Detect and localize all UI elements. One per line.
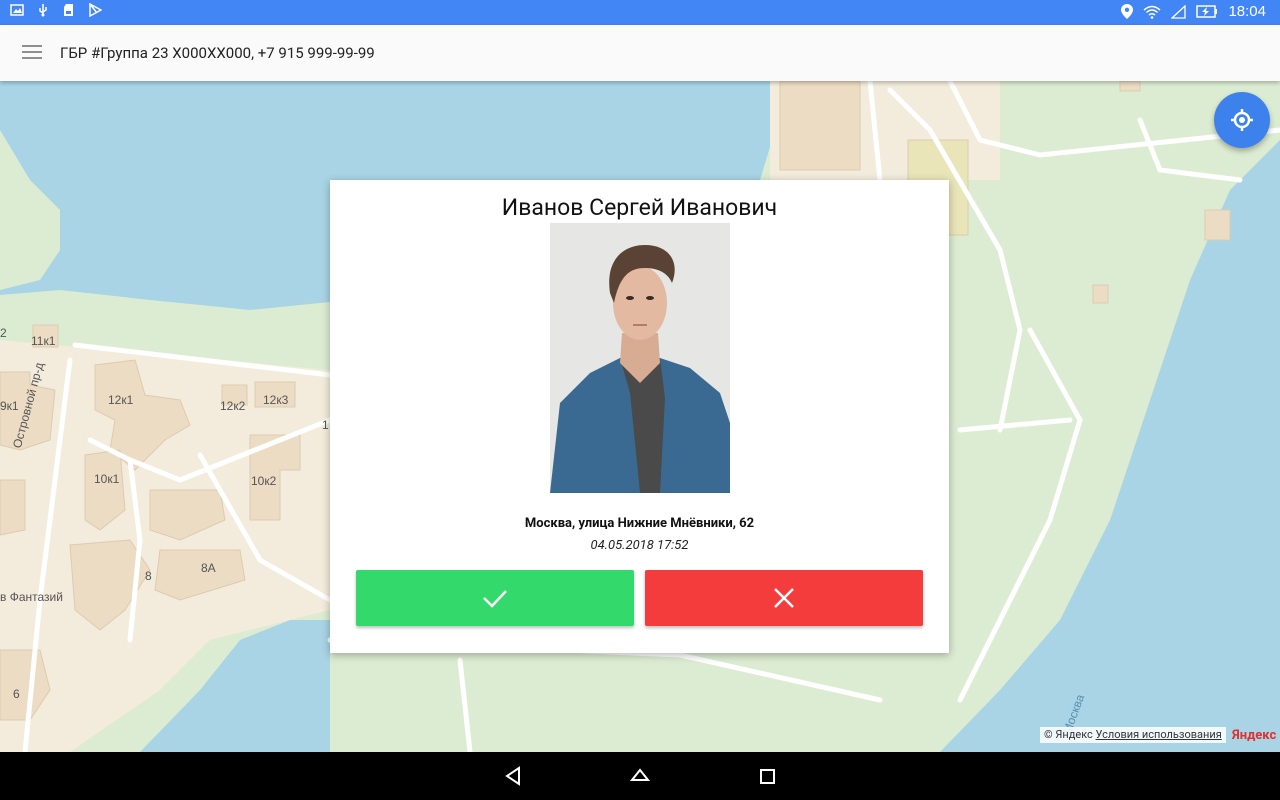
- location-icon: [1121, 4, 1134, 19]
- alarm-datetime: 04.05.2018 17:52: [590, 538, 689, 553]
- status-bar: 18:04: [0, 0, 1280, 25]
- accept-button[interactable]: [356, 570, 634, 626]
- back-icon[interactable]: [502, 764, 526, 788]
- close-icon: [774, 588, 794, 608]
- terms-link[interactable]: Условия использования: [1096, 728, 1222, 741]
- map-label: 12к3: [263, 393, 289, 407]
- alarm-dialog: Иванов Сергей Иванович Москва, улица Ниж…: [330, 180, 949, 653]
- wifi-icon: [1143, 5, 1161, 19]
- usb-icon: [39, 4, 47, 17]
- map-label: 10к2: [251, 474, 277, 488]
- navigation-bar: [0, 752, 1280, 800]
- no-signal-icon: [1171, 4, 1187, 19]
- my-location-button[interactable]: [1214, 92, 1270, 148]
- play-store-icon: [89, 3, 102, 17]
- status-right-icons: 18:04: [1121, 3, 1266, 20]
- home-icon[interactable]: [628, 764, 652, 788]
- hamburger-menu-icon[interactable]: [22, 45, 42, 59]
- map-label: в Фантазий: [0, 590, 63, 604]
- reject-button[interactable]: [645, 570, 923, 626]
- person-name: Иванов Сергей Иванович: [501, 194, 778, 221]
- copyright-text: © Яндекс: [1044, 728, 1093, 741]
- my-location-icon: [1231, 109, 1253, 131]
- map-label: 2: [0, 326, 7, 340]
- map-label: 9к1: [0, 399, 19, 413]
- image-icon: [10, 4, 24, 16]
- app-bar: ГБР #Группа 23 X000XX000, +7 915 999-99-…: [0, 25, 1280, 81]
- map-label: 8: [145, 569, 152, 583]
- alarm-address: Москва, улица Нижние Мнёвники, 62: [524, 516, 755, 531]
- map-label: 11к1: [31, 334, 56, 348]
- map-copyright: © Яндекс Условия использования: [1040, 727, 1226, 743]
- status-left-icons: [10, 3, 102, 17]
- battery-charging-icon: [1196, 5, 1218, 18]
- map-label: 12к2: [220, 399, 246, 413]
- map-label: 12к1: [108, 393, 134, 407]
- yandex-logo: Яндекс: [1232, 728, 1277, 743]
- app-title: ГБР #Группа 23 X000XX000, +7 915 999-99-…: [60, 44, 375, 62]
- recents-icon[interactable]: [756, 764, 780, 788]
- map-label: 6: [13, 687, 20, 701]
- map-label: 10к1: [94, 472, 120, 486]
- map-label: 1: [322, 418, 329, 432]
- status-time: 18:04: [1228, 3, 1266, 20]
- sd-card-icon: [64, 4, 73, 16]
- person-photo: [550, 223, 730, 493]
- map-label: 8А: [201, 561, 216, 575]
- check-icon: [483, 590, 507, 608]
